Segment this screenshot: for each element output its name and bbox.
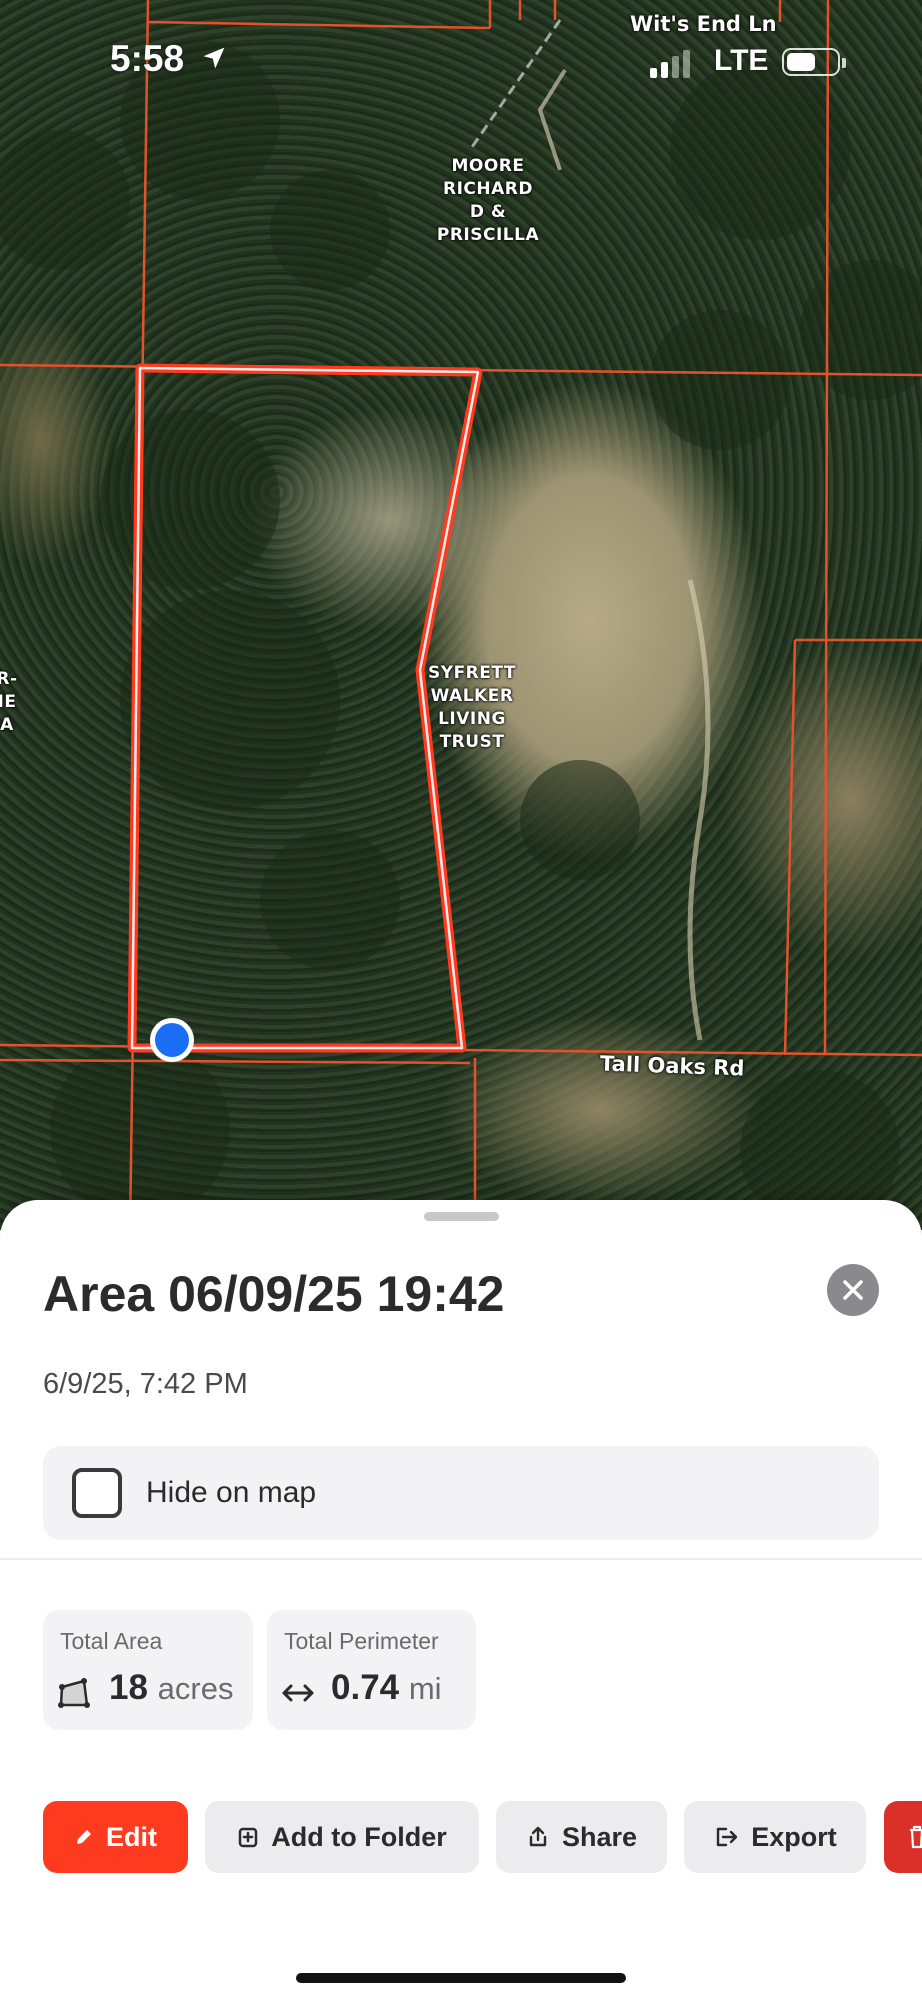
trash-icon <box>910 1825 922 1849</box>
area-polygon-icon <box>58 1678 90 1708</box>
area-details-sheet: Area 06/09/25 19:42 6/9/25, 7:42 PM Hide… <box>0 1200 922 2000</box>
double-arrow-icon <box>282 1684 314 1702</box>
parcel-owner-label-west: R- IE A <box>0 669 18 735</box>
folder-add-icon <box>239 1827 258 1848</box>
home-indicator[interactable] <box>296 1973 626 1983</box>
area-title: Area 06/09/25 19:42 <box>43 1266 505 1322</box>
battery-icon <box>782 48 846 76</box>
share-icon <box>529 1826 547 1847</box>
close-button[interactable] <box>827 1264 879 1316</box>
parcel-owner-label-north: MOORE RICHARD D & PRISCILLA <box>436 156 540 245</box>
cellular-signal-icon <box>650 50 690 78</box>
area-timestamp: 6/9/25, 7:42 PM <box>43 1368 248 1400</box>
satellite-map[interactable]: 5:58 LTE Wit's End Ln Tall Oaks Rd MOORE… <box>0 0 922 1230</box>
edit-button-label: Edit <box>106 1821 157 1852</box>
total-area-card: Total Area 18 acres <box>43 1610 253 1730</box>
edit-button[interactable]: Edit <box>43 1801 188 1873</box>
close-icon <box>843 1280 863 1300</box>
total-area-unit: acres <box>157 1671 234 1706</box>
add-to-folder-button[interactable]: Add to Folder <box>205 1801 479 1873</box>
export-button[interactable]: Export <box>684 1801 866 1873</box>
sheet-grabber[interactable] <box>424 1212 499 1221</box>
section-divider <box>0 1558 922 1560</box>
location-arrow-icon <box>203 47 225 69</box>
road-label-top: Wit's End Ln <box>630 12 777 36</box>
share-button[interactable]: Share <box>496 1801 667 1873</box>
hide-on-map-row[interactable]: Hide on map <box>43 1446 879 1540</box>
hide-on-map-label: Hide on map <box>146 1476 317 1509</box>
export-icon <box>717 1827 738 1847</box>
parcel-owner-label-east: SYFRETT WALKER LIVING TRUST <box>428 663 516 752</box>
status-time: 5:58 <box>110 38 185 79</box>
network-type: LTE <box>714 44 769 77</box>
share-label: Share <box>561 1821 638 1852</box>
total-area-number: 18 <box>109 1668 148 1707</box>
road-label-bottom: Tall Oaks Rd <box>599 1051 745 1081</box>
total-perimeter-card: Total Perimeter 0.74 mi <box>267 1610 476 1730</box>
current-location-dot <box>155 1023 189 1057</box>
add-to-folder-label: Add to Folder <box>271 1821 447 1852</box>
total-area-label: Total Area <box>60 1628 163 1654</box>
hide-on-map-checkbox[interactable] <box>72 1468 122 1518</box>
total-perimeter-label: Total Perimeter <box>284 1628 439 1654</box>
delete-button[interactable] <box>884 1801 922 1873</box>
total-area-value: 18 acres <box>109 1668 233 1708</box>
total-perimeter-value: 0.74 mi <box>331 1668 442 1708</box>
export-label: Export <box>751 1821 837 1852</box>
total-perimeter-unit: mi <box>408 1671 442 1706</box>
pencil-icon <box>77 1830 91 1844</box>
total-perimeter-number: 0.74 <box>331 1668 400 1707</box>
